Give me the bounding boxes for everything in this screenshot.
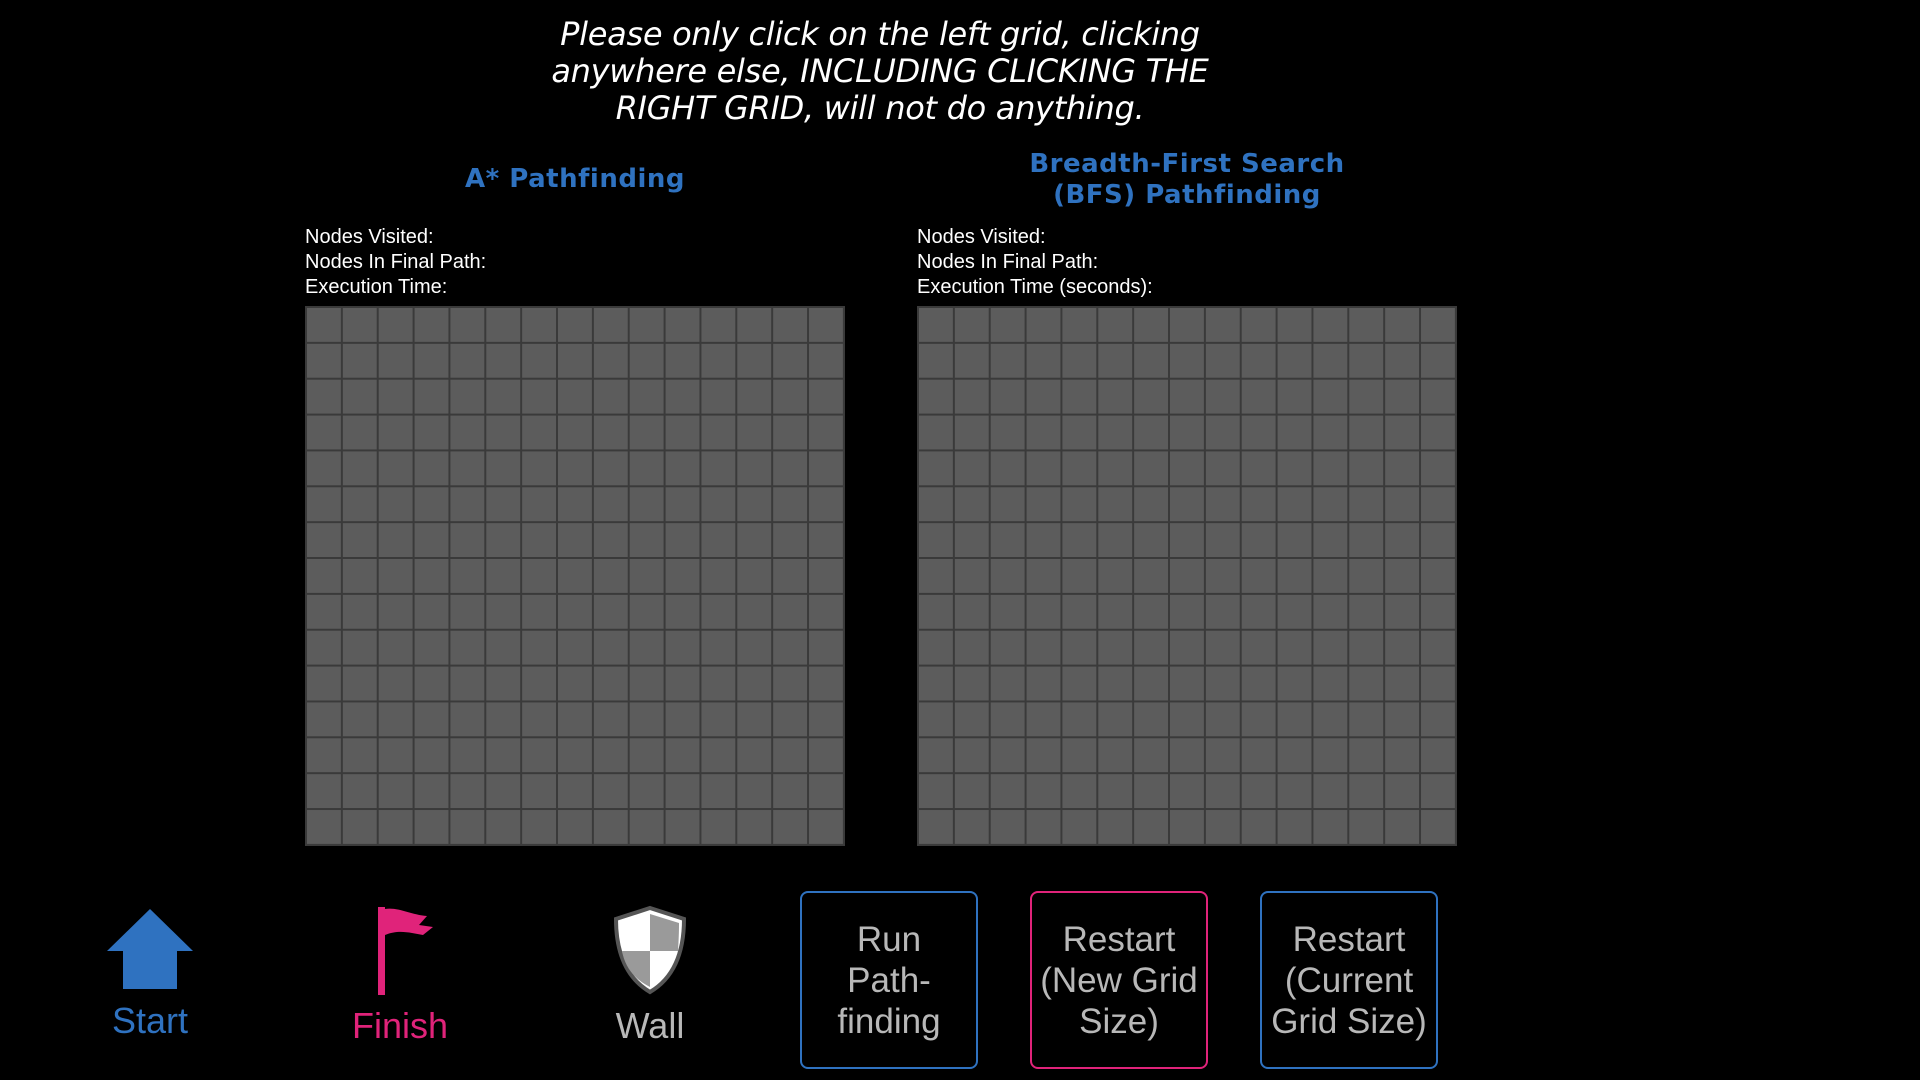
shield-icon xyxy=(613,905,687,995)
run-button-line-1: Run xyxy=(856,919,922,959)
bfs-grid xyxy=(917,306,1457,846)
wall-label: Wall xyxy=(615,1005,685,1046)
astar-nodes-final-path: Nodes In Final Path: xyxy=(305,251,487,273)
astar-stats: Nodes Visited: Nodes In Final Path: Exec… xyxy=(305,225,486,300)
bfs-nodes-final-path: Nodes In Final Path: xyxy=(917,251,1099,273)
bfs-title-line-2: (BFS) Pathfinding xyxy=(1053,180,1321,210)
finish-label: Finish xyxy=(351,1005,449,1046)
start-label: Start xyxy=(111,1000,189,1041)
restart-current-line-2: (Current xyxy=(1284,960,1414,1000)
run-button-line-3: finding xyxy=(837,1001,941,1041)
restart-new-line-1: Restart xyxy=(1062,919,1176,959)
instruction-line-1: Please only click on the left grid, clic… xyxy=(560,15,1200,53)
restart-current-line-3: Grid Size) xyxy=(1271,1001,1427,1041)
home-icon xyxy=(107,909,193,989)
astar-nodes-visited: Nodes Visited: xyxy=(305,226,434,248)
run-pathfinding-button[interactable]: Run Path- finding xyxy=(800,891,978,1069)
restart-new-line-3: Size) xyxy=(1079,1001,1159,1041)
bfs-title-line-1: Breadth-First Search xyxy=(1029,149,1345,179)
instruction-line-3: RIGHT GRID, will not do anything. xyxy=(615,89,1145,127)
restart-current-grid-button[interactable]: Restart (Current Grid Size) xyxy=(1260,891,1438,1069)
astar-title: A* Pathfinding xyxy=(465,164,685,194)
bfs-stats: Nodes Visited: Nodes In Final Path: Exec… xyxy=(917,225,1153,300)
astar-grid[interactable] xyxy=(305,306,845,846)
instruction-line-2: anywhere else, INCLUDING CLICKING THE xyxy=(551,52,1209,90)
flag-icon xyxy=(378,907,433,995)
bfs-execution-time: Execution Time (seconds): xyxy=(917,276,1153,298)
wall-tool[interactable]: Wall xyxy=(550,905,750,1047)
bfs-nodes-visited: Nodes Visited: xyxy=(917,226,1046,248)
finish-tool[interactable]: Finish xyxy=(300,905,500,1047)
bfs-title: Breadth-First Search (BFS) Pathfinding xyxy=(917,149,1457,211)
instruction-text: Please only click on the left grid, clic… xyxy=(535,16,1225,127)
run-button-line-2: Path- xyxy=(847,960,931,1000)
restart-new-line-2: (New Grid xyxy=(1040,960,1198,1000)
restart-new-grid-button[interactable]: Restart (New Grid Size) xyxy=(1030,891,1208,1069)
restart-current-line-1: Restart xyxy=(1292,919,1406,959)
astar-execution-time: Execution Time: xyxy=(305,276,448,298)
start-tool[interactable]: Start xyxy=(50,905,250,1042)
